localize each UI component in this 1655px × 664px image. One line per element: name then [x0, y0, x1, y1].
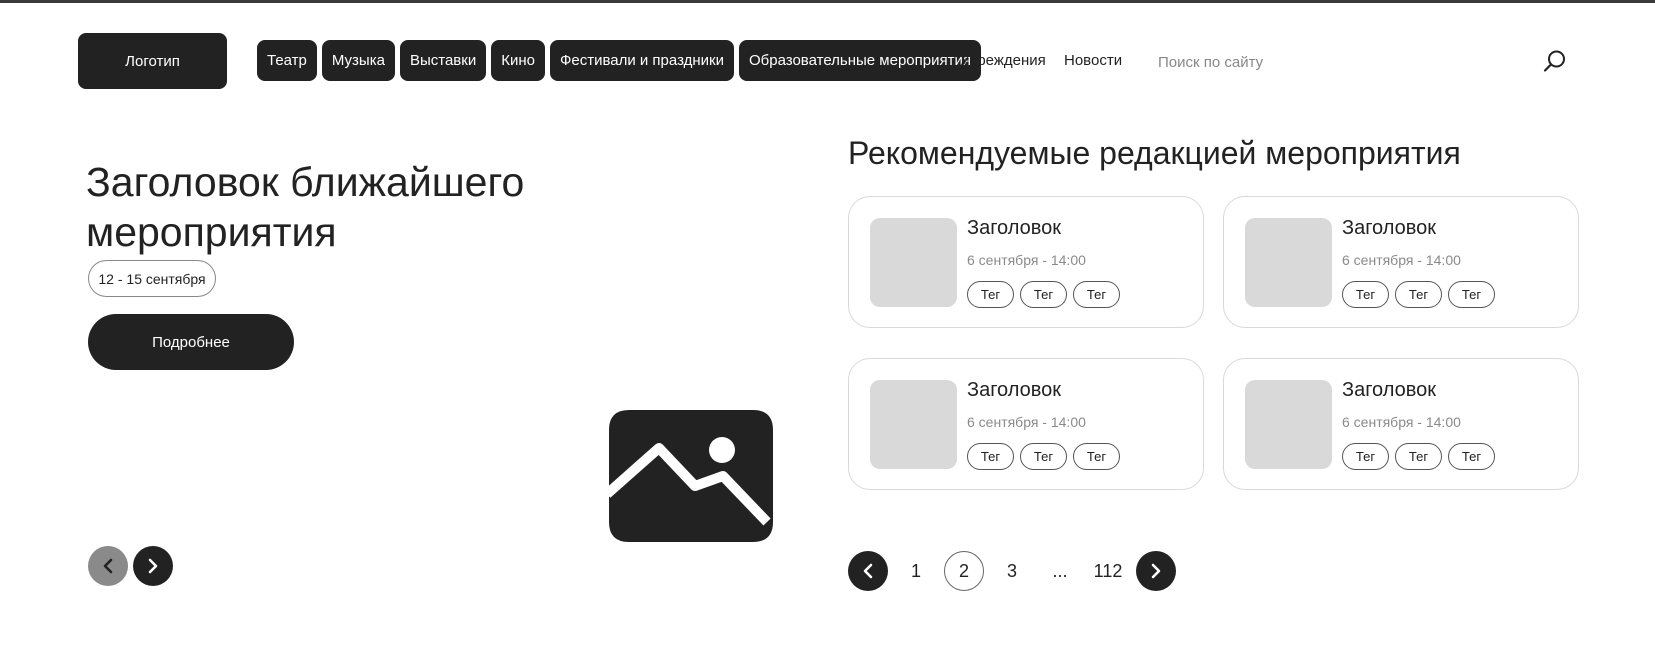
hero-title: Заголовок ближайшего мероприятия [86, 159, 525, 255]
category-nav: Театр Музыка Выставки Кино Фестивали и п… [257, 40, 981, 81]
top-border [0, 0, 1655, 3]
event-title: Заголовок [967, 379, 1062, 401]
event-title: Заголовок [967, 217, 1062, 239]
pagination-prev-button[interactable] [848, 551, 888, 591]
event-date: 6 сентября - 14:00 [967, 252, 1086, 268]
event-tag[interactable]: Тег [1342, 281, 1389, 308]
search-icon[interactable] [1542, 48, 1568, 74]
page-button-2[interactable]: 2 [944, 551, 984, 591]
nav-chip-music[interactable]: Музыка [321, 40, 395, 81]
event-tag[interactable]: Тег [1448, 281, 1495, 308]
event-tag[interactable]: Тег [967, 443, 1014, 470]
event-card[interactable]: Заголовок 6 сентября - 14:00 Тег Тег Тег [848, 196, 1204, 328]
nav-link-news[interactable]: Новости [1064, 52, 1122, 69]
nav-chip-theatre[interactable]: Театр [257, 40, 317, 81]
hero-prev-button[interactable] [88, 546, 128, 586]
event-tag[interactable]: Тег [967, 281, 1014, 308]
event-title: Заголовок [1342, 217, 1437, 239]
event-date: 6 сентября - 14:00 [1342, 252, 1461, 268]
search-input[interactable] [1156, 49, 1410, 75]
event-thumbnail [1245, 380, 1332, 469]
event-thumbnail [1245, 218, 1332, 307]
logo[interactable]: Логотип [78, 33, 227, 89]
chevron-right-icon [148, 558, 158, 574]
nav-chip-festivals[interactable]: Фестивали и праздники [549, 40, 734, 81]
nav-chip-cinema[interactable]: Кино [491, 40, 545, 81]
page-button-3[interactable]: 3 [992, 551, 1032, 591]
event-date: 6 сентября - 14:00 [967, 414, 1086, 430]
recommended-title: Рекомендуемые редакцией мероприятия [848, 135, 1461, 171]
event-tag[interactable]: Тег [1020, 281, 1067, 308]
event-tag[interactable]: Тег [1395, 281, 1442, 308]
hero-next-button[interactable] [133, 546, 173, 586]
event-tag[interactable]: Тег [1395, 443, 1442, 470]
page-button-last[interactable]: 112 [1088, 551, 1128, 591]
hero-date-badge: 12 - 15 сентября [88, 260, 216, 297]
image-placeholder-icon [603, 408, 775, 544]
event-tag[interactable]: Тег [1073, 281, 1120, 308]
nav-chip-exhibitions[interactable]: Выставки [399, 40, 487, 81]
event-thumbnail [870, 380, 957, 469]
page-button-1[interactable]: 1 [896, 551, 936, 591]
chevron-right-icon [1151, 563, 1161, 579]
event-card[interactable]: Заголовок 6 сентября - 14:00 Тег Тег Тег [1223, 358, 1579, 490]
event-thumbnail [870, 218, 957, 307]
event-tag[interactable]: Тег [1342, 443, 1389, 470]
event-card[interactable]: Заголовок 6 сентября - 14:00 Тег Тег Тег [1223, 196, 1579, 328]
event-tag[interactable]: Тег [1073, 443, 1120, 470]
event-title: Заголовок [1342, 379, 1437, 401]
pagination-ellipsis: ... [1052, 560, 1068, 581]
nav-chip-education[interactable]: Образовательные мероприятия [738, 40, 981, 81]
pagination-next-button[interactable] [1136, 551, 1176, 591]
event-tag[interactable]: Тег [1020, 443, 1067, 470]
event-card[interactable]: Заголовок 6 сентября - 14:00 Тег Тег Тег [848, 358, 1204, 490]
event-date: 6 сентября - 14:00 [1342, 414, 1461, 430]
chevron-left-icon [103, 558, 113, 574]
event-tag[interactable]: Тег [1448, 443, 1495, 470]
chevron-left-icon [863, 563, 873, 579]
nav-link-institutions[interactable]: Учреждения [960, 52, 1046, 69]
details-button[interactable]: Подробнее [88, 314, 294, 370]
